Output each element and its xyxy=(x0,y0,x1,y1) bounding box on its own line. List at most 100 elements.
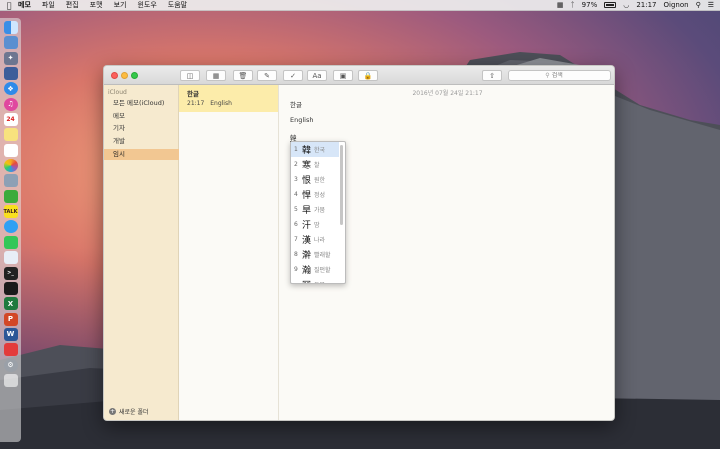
toggle-folders-button[interactable]: ◫ xyxy=(180,70,200,81)
checklist-button[interactable]: ✓ xyxy=(283,70,303,81)
evernote-icon[interactable] xyxy=(3,189,18,203)
close-button[interactable] xyxy=(111,72,118,79)
system-preferences-icon[interactable]: ⚙ xyxy=(3,358,18,372)
apple-icon[interactable]:  xyxy=(0,1,18,10)
minimize-button[interactable] xyxy=(121,72,128,79)
sidebar-section-icloud: iCloud xyxy=(108,89,127,96)
new-folder-label: 새로운 폴더 xyxy=(119,409,149,416)
menu-window[interactable]: 윈도우 xyxy=(137,0,156,10)
menu-view[interactable]: 보기 xyxy=(114,0,127,10)
candidate-row[interactable]: 1 韓 한국 xyxy=(291,142,339,157)
powerpoint-icon[interactable]: P xyxy=(3,312,18,326)
preview-icon[interactable] xyxy=(3,36,18,50)
search-field[interactable]: ⚲ xyxy=(508,70,611,81)
hanja-candidate-window: 1 韓 한국 2 寒 찰 3 恨 원한 4 悍 정성 5 旱 가뭄 6 汗 땀 … xyxy=(290,141,346,284)
candidate-gloss: 정성 xyxy=(314,192,326,199)
screen-share-icon[interactable] xyxy=(3,343,18,357)
editor-line[interactable]: 한글 xyxy=(290,99,302,109)
candidate-hanja: 汗 xyxy=(302,221,312,231)
folders-sidebar: iCloud 모든 메모(iCloud) 메모 기자 개발 임시 + 새로운 폴… xyxy=(104,85,179,420)
kakaotalk-icon[interactable]: TALK xyxy=(3,205,18,219)
mission-control-icon[interactable] xyxy=(3,67,18,81)
candidate-row[interactable]: 7 漢 나라 xyxy=(291,232,339,247)
calendar-icon[interactable]: 24 xyxy=(3,113,18,127)
note-list: 한글 21:17 English xyxy=(179,85,279,420)
menu-edit[interactable]: 편집 xyxy=(66,0,79,10)
spotlight-icon[interactable]: ⚲ xyxy=(696,1,701,9)
battery-icon[interactable] xyxy=(604,2,617,8)
candidate-gloss: 빨래할 xyxy=(314,252,331,259)
format-button[interactable]: Aa xyxy=(307,70,327,81)
insert-photo-button[interactable]: ▣ xyxy=(333,70,353,81)
battery-percent: 97% xyxy=(581,1,598,9)
sidebar-item-all-notes[interactable]: 모든 메모(iCloud) xyxy=(104,98,179,109)
itunes-icon[interactable]: ♫ xyxy=(3,97,18,111)
wifi-icon[interactable]: ◡ xyxy=(623,1,629,9)
sidebar-item-notes[interactable]: 메모 xyxy=(104,111,179,122)
candidate-number: 1 xyxy=(294,146,298,153)
app-store-icon[interactable] xyxy=(3,251,18,265)
candidate-row[interactable]: 4 悍 정성 xyxy=(291,187,339,202)
note-title: 한글 xyxy=(187,90,199,98)
activity-monitor-icon[interactable] xyxy=(3,281,18,295)
notification-center-icon[interactable]: ☰ xyxy=(708,1,714,9)
sidebar-item-development[interactable]: 개발 xyxy=(104,136,179,147)
plus-circle-icon: + xyxy=(109,408,116,415)
candidate-hanja: 罕 xyxy=(302,278,314,283)
new-note-button[interactable]: ✎ xyxy=(257,70,277,81)
sidebar-item-temporary[interactable]: 임시 xyxy=(104,149,179,160)
scripts-icon[interactable] xyxy=(3,174,18,188)
candidate-gloss: 나라 xyxy=(314,237,326,244)
share-icon: ⇧ xyxy=(489,71,495,80)
sidebar-item-reporter[interactable]: 기자 xyxy=(104,123,179,134)
notes-icon[interactable] xyxy=(3,128,18,142)
photos-icon[interactable] xyxy=(3,159,18,173)
messages-icon[interactable] xyxy=(3,220,18,234)
candidate-row[interactable]: 2 寒 찰 xyxy=(291,157,339,172)
lock-note-button[interactable]: 🔒 xyxy=(358,70,378,81)
status-area: ▦ ᛏ 97% ◡ 21:17 Oignon ⚲ ☰ xyxy=(557,1,720,9)
candidate-row[interactable]: 8 澣 빨래할 xyxy=(291,247,339,262)
delete-note-button[interactable]: 🗑 xyxy=(233,70,253,81)
bluetooth-icon[interactable]: ᛏ xyxy=(570,1,574,9)
finder-icon[interactable] xyxy=(3,21,18,34)
candidate-number: 8 xyxy=(294,251,298,258)
candidate-row[interactable]: 6 汗 땀 xyxy=(291,217,339,232)
candidate-hanja: 瀚 xyxy=(302,266,312,276)
trash-icon[interactable] xyxy=(3,373,18,387)
candidate-gloss: 찰 xyxy=(314,162,320,169)
trash-icon: 🗑 xyxy=(238,71,248,80)
notes-window: ◫ ▦ 🗑 ✎ ✓ Aa ▣ 🔒 ⇧ ⚲ iCloud 모든 메모(iCloud… xyxy=(103,65,615,421)
candidate-scrollbar[interactable] xyxy=(340,145,343,225)
input-source-icon[interactable]: ▦ xyxy=(557,1,564,9)
candidate-number: 2 xyxy=(294,161,298,168)
candidate-hanja: 旱 xyxy=(302,206,312,216)
word-icon[interactable]: W xyxy=(3,327,18,341)
fullscreen-button[interactable] xyxy=(131,72,138,79)
editor-line[interactable]: English xyxy=(290,116,313,124)
clock[interactable]: 21:17 xyxy=(636,1,656,9)
search-icon: ⚲ xyxy=(545,72,550,79)
safari-icon[interactable]: ❖ xyxy=(3,82,18,96)
excel-icon[interactable]: X xyxy=(3,297,18,311)
candidate-hanja: 韓 xyxy=(302,146,312,156)
launchpad-icon[interactable]: ✦ xyxy=(3,51,18,65)
facetime-icon[interactable] xyxy=(3,235,18,249)
note-list-item[interactable]: 한글 21:17 English xyxy=(179,85,278,112)
menu-help[interactable]: 도움말 xyxy=(168,0,187,10)
share-button[interactable]: ⇧ xyxy=(482,70,502,81)
menu-app-notes[interactable]: 메모 xyxy=(18,0,31,10)
search-input[interactable] xyxy=(551,72,574,79)
user-name[interactable]: Oignon xyxy=(664,1,689,9)
reminders-icon[interactable] xyxy=(3,143,18,157)
menu-format[interactable]: 포맷 xyxy=(90,0,103,10)
candidate-row[interactable]: 5 旱 가뭄 xyxy=(291,202,339,217)
attachments-button[interactable]: ▦ xyxy=(206,70,226,81)
candidate-row[interactable]: 9 瀚 질펀할 xyxy=(291,262,339,277)
candidate-row[interactable]: 3 恨 원한 xyxy=(291,172,339,187)
menu-file[interactable]: 파일 xyxy=(42,0,55,10)
candidate-row[interactable]: 罕 드물 xyxy=(291,277,339,283)
note-date: 2016년 07월 24일 21:17 xyxy=(412,90,483,97)
new-folder-button[interactable]: + 새로운 폴더 xyxy=(109,407,149,416)
terminal-icon[interactable]: >_ xyxy=(3,266,18,280)
